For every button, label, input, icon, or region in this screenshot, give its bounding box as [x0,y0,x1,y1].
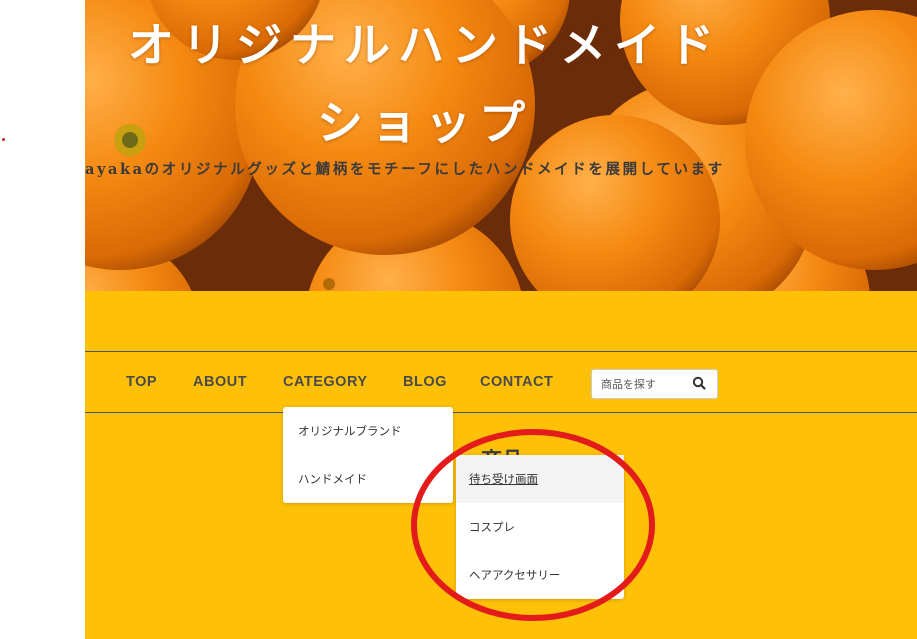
submenu-item-wallpaper[interactable]: 待ち受け画面 [456,455,624,503]
handmade-submenu: 待ち受け画面 コスプレ ヘアアクセサリー [456,455,624,599]
search-icon[interactable] [690,375,710,393]
main-navigation: TOP ABOUT CATEGORY BLOG CONTACT [85,351,917,413]
submenu-item-hair-accessory[interactable]: ヘアアクセサリー [456,551,624,599]
nav-item-contact[interactable]: CONTACT [480,352,553,412]
nav-item-about[interactable]: ABOUT [193,352,247,412]
category-item-handmade[interactable]: ハンドメイド [283,455,453,503]
nav-item-blog[interactable]: BLOG [403,352,447,412]
site-tagline: ayakaのオリジナルグッズと鯖柄をモチーフにしたハンドメイドを展開しています [85,161,725,178]
nav-item-top[interactable]: TOP [126,352,157,412]
red-dot-marker [2,138,5,141]
site-title[interactable]: オリジナルハンドメイド ショップ [85,6,765,162]
header-image: オリジナルハンドメイド ショップ ayakaのオリジナルグッズと鯖柄をモチーフに… [85,0,917,291]
search-box [591,369,718,399]
nav-item-category[interactable]: CATEGORY [283,352,368,412]
search-input[interactable] [592,370,687,398]
category-dropdown: オリジナルブランド ハンドメイド [283,407,453,503]
submenu-item-cosplay[interactable]: コスプレ [456,503,624,551]
category-item-original-brand[interactable]: オリジナルブランド [283,407,453,455]
page: オリジナルハンドメイド ショップ ayakaのオリジナルグッズと鯖柄をモチーフに… [85,0,917,639]
